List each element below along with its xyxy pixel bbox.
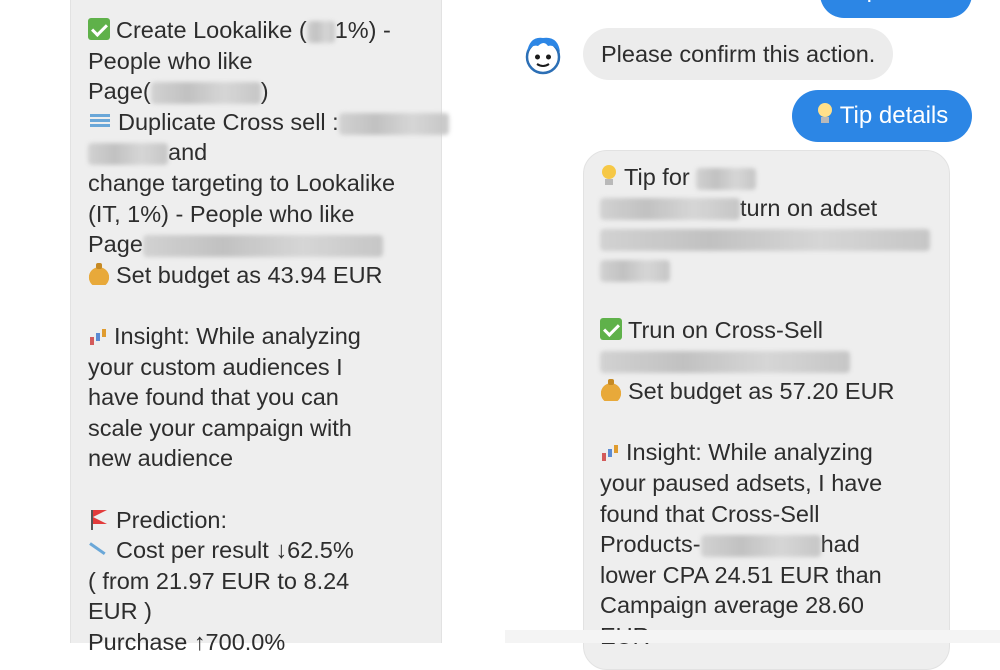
redacted-text <box>600 259 670 282</box>
message-line-text: your paused adsets, I have <box>600 469 883 496</box>
bulb-icon <box>600 165 618 189</box>
message-line: Tip for <box>600 162 940 193</box>
message-line-tail: ) <box>260 78 269 105</box>
redacted-text <box>600 228 930 251</box>
check-icon <box>600 317 622 340</box>
message-line: your paused adsets, I have <box>600 468 940 499</box>
message-line-text: Duplicate Cross sell : <box>118 108 339 135</box>
redacted-text <box>142 234 383 257</box>
message-line: found that Cross-Sell <box>600 499 940 530</box>
message-line-text: EUR ) <box>88 598 152 625</box>
message-line: Cost per result ↓62.5% <box>88 535 440 566</box>
redacted-text <box>700 534 821 557</box>
implement-button[interactable]: Implement <box>820 0 972 18</box>
message-line: new audience <box>88 443 440 474</box>
message-line-text: Insight: While analyzing <box>626 439 873 466</box>
message-line: scale your campaign with <box>88 413 440 444</box>
message-line: and <box>88 137 440 168</box>
message-line-text: Prediction: <box>116 506 228 533</box>
message-line-text: Page( <box>88 78 151 105</box>
message-line-text: Set budget as 43.94 EUR <box>116 261 383 288</box>
bot-avatar-icon <box>525 37 561 75</box>
message-line: change targeting to Lookalike <box>88 168 440 199</box>
message-line: lower CPA 24.51 EUR than <box>600 560 940 591</box>
chart-icon <box>600 441 620 462</box>
tip-details-label: Tip details <box>839 102 949 129</box>
message-line-tail: turn on adset <box>740 194 878 221</box>
panel-divider <box>490 0 505 643</box>
chart-down-icon <box>88 538 110 560</box>
message-line-text: Trun on Cross-Sell <box>628 316 824 343</box>
message-line-text: Create Lookalike ( <box>116 17 307 43</box>
message-line-tail: 1%) - <box>334 17 391 43</box>
message-line-text: Products- <box>600 531 701 558</box>
message-line-text: (IT, 1%) - People who like <box>88 200 355 227</box>
message-line-text: scale your campaign with <box>88 414 352 441</box>
confirm-message-bubble: Please confirm this action. <box>583 28 894 80</box>
message-line: turn on adset <box>600 193 940 224</box>
message-line-tail: and <box>168 139 208 166</box>
message-line-text: Set budget as 57.20 EUR <box>628 378 895 405</box>
message-line-text: Insight: While analyzing <box>114 322 361 349</box>
moneybag-icon <box>88 262 110 285</box>
moneybag-icon <box>600 379 622 402</box>
message-line: Insight: While analyzing <box>88 321 440 352</box>
message-line-text: Campaign average 28.60 <box>600 592 864 619</box>
message-line: Purchase ↑700.0% <box>88 627 440 658</box>
message-line: People who like <box>88 46 440 77</box>
redacted-text <box>150 81 261 104</box>
bulb-icon <box>816 103 834 127</box>
message-line-text: Cost per result ↓62.5% <box>116 537 354 564</box>
message-line <box>88 290 440 321</box>
message-line: EUR ) <box>88 596 440 627</box>
message-line-text: lower CPA 24.51 EUR than <box>600 561 882 588</box>
message-line-text: Purchase ↑700.0% <box>88 628 286 655</box>
message-line: Set budget as 43.94 EUR <box>88 260 440 291</box>
message-line-tail: had <box>820 531 860 558</box>
check-icon <box>88 18 110 40</box>
message-line-text: Page <box>88 231 143 258</box>
message-line: Campaign average 28.60 <box>600 590 940 621</box>
chart-icon <box>88 325 108 345</box>
message-line <box>600 407 940 438</box>
message-line: (IT, 1%) - People who like <box>88 199 440 230</box>
message-line-text: People who like <box>88 47 253 74</box>
redacted-text <box>600 198 740 221</box>
redacted-text <box>338 112 449 135</box>
redacted-text <box>306 20 335 43</box>
message-line-text: Tip for <box>624 164 697 190</box>
message-line: Duplicate Cross sell : <box>88 107 449 138</box>
message-line <box>600 284 940 315</box>
message-line-text: found that Cross-Sell <box>600 500 820 527</box>
message-line: Trun on Cross-Sell <box>600 315 940 346</box>
message-line: Products-had <box>600 529 940 560</box>
redacted-text <box>600 351 850 374</box>
redacted-text <box>696 167 757 190</box>
message-line: Set budget as 57.20 EUR <box>600 376 940 407</box>
message-line <box>600 223 940 254</box>
message-line: Create Lookalike ( 1%) - <box>88 15 440 46</box>
message-line: Insight: While analyzing <box>600 437 940 468</box>
message-line-text: your custom audiences I <box>88 353 343 380</box>
message-line-text: new audience <box>88 445 234 472</box>
message-line <box>600 254 940 285</box>
message-line <box>88 474 440 505</box>
left-message-text: Create Lookalike (1%) - People who like Pa… <box>88 15 449 658</box>
email-icon <box>88 112 112 128</box>
redacted-text <box>88 143 168 166</box>
message-line-text: have found that you can <box>88 384 339 411</box>
message-line: have found that you can <box>88 382 440 413</box>
message-line-text: ( from 21.97 EUR to 8.24 <box>88 567 350 594</box>
message-line: your custom audiences I <box>88 352 440 383</box>
message-line: ( from 21.97 EUR to 8.24 <box>88 566 440 597</box>
right-message-text: Tip for turn on adset Trun on Cross-Sell S… <box>600 162 940 652</box>
tip-details-button[interactable]: Tip details <box>792 90 972 142</box>
message-line: Prediction: <box>88 505 440 536</box>
message-line: Page <box>88 229 440 260</box>
message-line-text: change targeting to Lookalike <box>88 169 396 196</box>
flag-icon <box>88 508 110 530</box>
message-line <box>600 346 940 377</box>
composer-strip <box>505 630 1000 643</box>
message-line: Page() <box>88 76 440 107</box>
